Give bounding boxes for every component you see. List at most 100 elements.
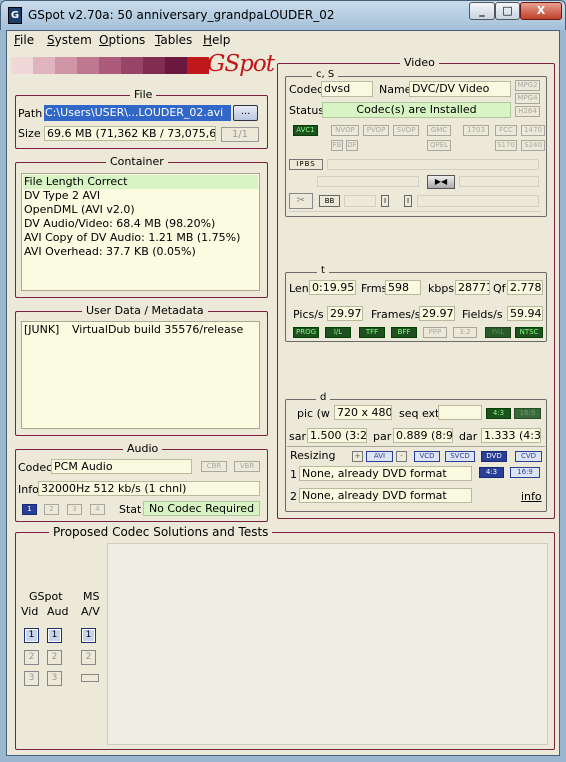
audio-stat-field: No Codec Required (143, 501, 260, 516)
audio-stream-4[interactable]: 4 (90, 504, 105, 515)
dimensions-subgroup-title: d (316, 392, 331, 403)
sar-field: 1.500 (3:2) (307, 428, 367, 443)
video-flags-row-2: FB DF QPEL S170 S240 (289, 140, 545, 153)
flag-chip-fcc: FCC (495, 125, 517, 136)
flag-chip-s170: S170 (495, 140, 517, 151)
menu-bar: File System Options Tables Help (7, 31, 559, 49)
container-list[interactable]: File Length Correct DV Type 2 AVI OpenDM… (21, 173, 260, 291)
flag-chip-nvop: NVOP (331, 125, 359, 136)
menu-help[interactable]: Help (203, 33, 230, 47)
frame-types-chip: IPBS (289, 159, 323, 170)
par-label: par (373, 430, 392, 443)
container-item: OpenDML (AVI v2.0) (24, 203, 135, 216)
proposed-results-pane[interactable] (107, 543, 548, 745)
cbr-chip: CBR (201, 461, 227, 472)
userdata-row: [JUNK] VirtualDub build 35576/release (24, 323, 257, 337)
i-frame-marker: I (381, 195, 389, 207)
kbps-field: 28771 (455, 280, 490, 295)
resize-chip-plus[interactable]: + (352, 451, 363, 462)
frame-bar-3 (459, 176, 539, 187)
audio-group-title: Audio (123, 442, 163, 455)
resize-chip-vcd[interactable]: VCD (414, 451, 440, 462)
logo-strip-swatch (55, 57, 77, 74)
ms-av-test-3[interactable] (81, 674, 99, 682)
menu-tables[interactable]: Tables (155, 33, 192, 47)
gspot-aud-test-1[interactable]: 1 (47, 628, 62, 643)
logo-strip-swatch (77, 57, 99, 74)
gspot-vid-test-1[interactable]: 1 (24, 628, 39, 643)
audio-stream-3[interactable]: 3 (67, 504, 82, 515)
flag-chip-fb: FB (331, 140, 343, 151)
len-label: Len (289, 282, 309, 295)
resize-chip-avi[interactable]: AVI (366, 451, 393, 462)
vid-column-label: Vid (21, 605, 39, 618)
logo-strip-swatch (99, 57, 121, 74)
resize-options-row: + AVI - VCD SVCD DVD CVD (352, 451, 542, 462)
proposed-group-title: Proposed Codec Solutions and Tests (49, 525, 273, 539)
flag-chip-avc1: AVC1 (293, 125, 318, 136)
ms-av-test-2[interactable]: 2 (81, 650, 96, 665)
menu-options[interactable]: Options (99, 33, 145, 47)
flag-chip-1703: 1703 (463, 125, 489, 136)
minimize-button[interactable]: _ (469, 2, 495, 20)
i-frame-marker: I (404, 195, 412, 207)
audio-stream-2[interactable]: 2 (44, 504, 59, 515)
container-group-title: Container (106, 155, 168, 168)
scan-flag-pal: PAL (485, 327, 511, 338)
logo-strip-swatch (187, 57, 209, 74)
scan-flag-ntsc: NTSC (515, 327, 543, 338)
userdata-list[interactable]: [JUNK] VirtualDub build 35576/release (21, 321, 260, 429)
scissors-icon[interactable]: ✂ (289, 193, 313, 209)
h264-chip: H264 (515, 106, 540, 117)
logo-strip-swatch (33, 57, 55, 74)
seq-ext-label: seq ext (399, 407, 440, 420)
frame-bar-4 (344, 195, 376, 207)
video-name-label: Name (379, 83, 412, 96)
ms-av-test-1[interactable]: 1 (81, 628, 96, 643)
maximize-button[interactable]: □ (495, 2, 520, 20)
logo-strip-swatch (165, 57, 187, 74)
ratio-16-9-chip[interactable]: 16:9 (510, 467, 540, 478)
resize-chip-svcd[interactable]: SVCD (445, 451, 475, 462)
mpg4-chip: MPG4 (515, 93, 540, 104)
kbps-label: kbps (428, 282, 455, 295)
info-link[interactable]: info (521, 490, 542, 503)
gspot-aud-test-2[interactable]: 2 (47, 650, 62, 665)
divider (287, 446, 545, 447)
container-item: AVI Copy of DV Audio: 1.21 MB (1.75%) (24, 231, 241, 244)
aud-column-label: Aud (47, 605, 69, 618)
resize-chip-cvd[interactable]: CVD (515, 451, 542, 462)
resize-2-field: None, already DVD format (299, 488, 472, 503)
page-indicator[interactable]: 1/1 (221, 127, 259, 142)
browse-button[interactable]: ... (233, 105, 258, 121)
resize-chip-dvd[interactable]: DVD (481, 451, 507, 462)
av-column-label: A/V (81, 605, 100, 618)
audio-stream-1[interactable]: 1 (22, 504, 37, 515)
frms-label: Frms (361, 282, 388, 295)
gspot-vid-test-2[interactable]: 2 (24, 650, 39, 665)
flag-chip-s240: S240 (521, 140, 545, 151)
app-icon[interactable]: G (8, 7, 22, 24)
logo-strip-swatch (143, 57, 165, 74)
audio-codec-field: PCM Audio (51, 459, 192, 474)
len-field: 0:19.953 (309, 280, 356, 295)
frames-field: 29.970 (419, 306, 455, 321)
menu-file[interactable]: File (14, 33, 34, 47)
menu-system[interactable]: System (47, 33, 92, 47)
path-field[interactable]: C:\Users\USER\...LOUDER_02.avi (44, 105, 231, 121)
dar-label: dar (459, 430, 478, 443)
title-bar[interactable]: G GSpot v2.70a: 50 anniversary_grandpaLO… (0, 0, 566, 30)
resize-chip-minus[interactable]: - (396, 451, 407, 462)
par-field: 0.889 (8:9) (393, 428, 453, 443)
close-button[interactable]: X (520, 2, 562, 20)
gspot-column-label: GSpot (29, 590, 63, 603)
video-codec-label: Codec (289, 83, 324, 96)
container-item: DV Type 2 AVI (24, 189, 101, 202)
size-label: Size (18, 127, 41, 140)
flag-chip-svop: SVOP (393, 125, 419, 136)
gspot-aud-test-3[interactable]: 3 (47, 671, 62, 686)
scan-flags-row: PROG I/L TFF BFF PPP 3:2 PAL NTSC (293, 327, 543, 338)
ratio-4-3-chip[interactable]: 4:3 (479, 467, 504, 478)
video-group-title: Video (400, 56, 439, 69)
gspot-vid-test-3[interactable]: 3 (24, 671, 39, 686)
